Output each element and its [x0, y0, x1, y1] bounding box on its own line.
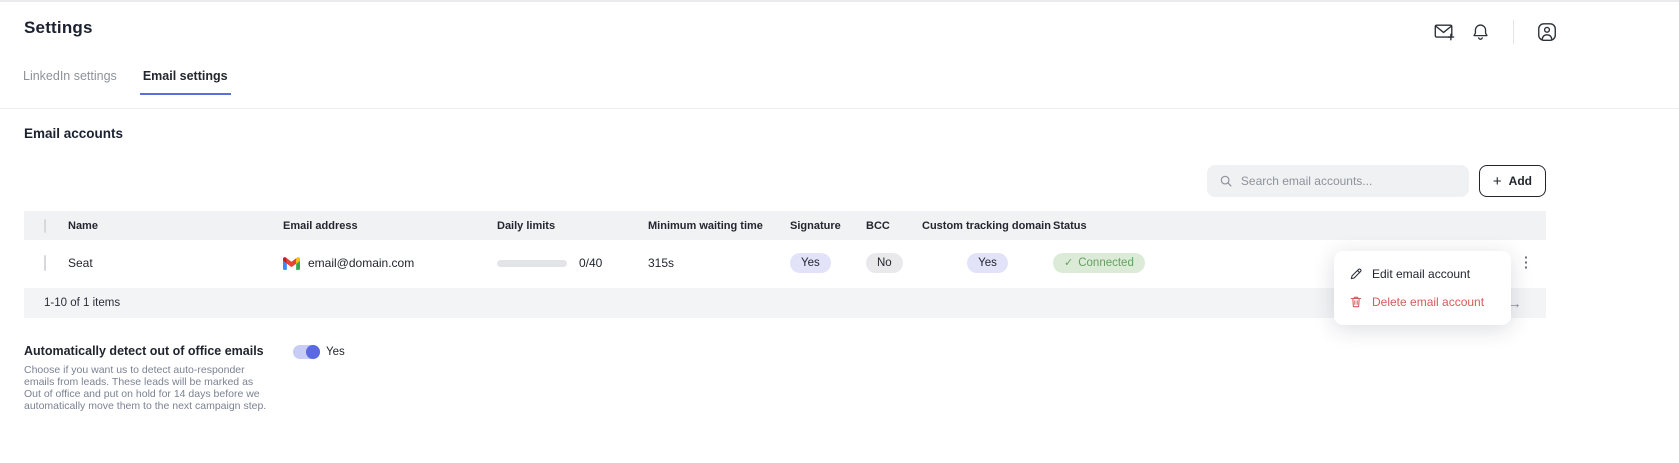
- email-accounts-table: Name Email address Daily limits Minimum …: [24, 211, 1546, 318]
- add-button-label: Add: [1509, 174, 1532, 188]
- row-actions-menu: Edit email account Delete email account: [1334, 251, 1511, 325]
- delete-menu-label: Delete email account: [1372, 295, 1484, 309]
- row-cell-email: email@domain.com: [283, 256, 497, 270]
- bell-icon[interactable]: [1469, 21, 1491, 43]
- header-cell-checkbox: [24, 220, 68, 232]
- signature-badge: Yes: [790, 253, 831, 273]
- plus-icon: +: [1493, 174, 1502, 189]
- check-icon: ✓: [1064, 257, 1073, 269]
- edit-icon: [1349, 267, 1363, 281]
- out-of-office-toggle-group: Yes: [293, 345, 345, 359]
- toolbar: + Add: [24, 165, 1546, 197]
- menu-item-delete-email-account[interactable]: Delete email account: [1334, 288, 1511, 316]
- mail-plus-icon[interactable]: [1433, 21, 1455, 43]
- table-footer: 1-10 of 1 items →: [24, 288, 1546, 318]
- daily-limit-progressbar: [497, 260, 567, 267]
- tab-linkedin-settings[interactable]: LinkedIn settings: [20, 68, 120, 95]
- header-cell-bcc: BCC: [866, 220, 922, 232]
- status-badge: ✓Connected: [1053, 253, 1145, 273]
- email-address: email@domain.com: [308, 256, 414, 270]
- header-cell-custom-tracking: Custom tracking domain: [922, 220, 1053, 232]
- toggle-label: Yes: [326, 346, 345, 358]
- toggle-knob: [306, 345, 320, 359]
- tab-email-settings[interactable]: Email settings: [140, 68, 231, 95]
- settings-page: Settings: [0, 2, 1679, 463]
- search-email-accounts-input[interactable]: [1241, 174, 1457, 188]
- topbar: Settings: [0, 2, 1679, 44]
- topbar-divider: [1513, 20, 1514, 44]
- menu-item-edit-email-account[interactable]: Edit email account: [1334, 260, 1511, 288]
- gmail-icon: [283, 257, 300, 270]
- row-cell-custom-tracking: Yes: [922, 253, 1053, 273]
- row-cell-daily-limits: 0/40: [497, 256, 648, 270]
- search-icon: [1219, 174, 1233, 188]
- daily-limit-value: 0/40: [579, 256, 602, 270]
- header-cell-daily-limits: Daily limits: [497, 220, 648, 232]
- row-cell-min-waiting: 315s: [648, 256, 790, 270]
- pagination-summary: 1-10 of 1 items: [44, 297, 120, 309]
- out-of-office-toggle[interactable]: [293, 345, 320, 359]
- header-cell-email: Email address: [283, 220, 497, 232]
- header-cell-signature: Signature: [790, 220, 866, 232]
- row-actions-kebab-icon[interactable]: ⋮: [1513, 252, 1540, 274]
- out-of-office-text: Automatically detect out of office email…: [24, 344, 293, 412]
- out-of-office-title: Automatically detect out of office email…: [24, 344, 293, 358]
- custom-tracking-badge: Yes: [967, 253, 1008, 273]
- row-cell-bcc: No: [866, 253, 922, 273]
- table-header-row: Name Email address Daily limits Minimum …: [24, 211, 1546, 240]
- header-cell-status: Status: [1053, 220, 1506, 232]
- edit-menu-label: Edit email account: [1372, 267, 1470, 281]
- trash-icon: [1349, 295, 1363, 309]
- bcc-badge: No: [866, 253, 903, 273]
- page-title: Settings: [24, 18, 93, 38]
- row-cell-signature: Yes: [790, 253, 866, 273]
- add-email-account-button[interactable]: + Add: [1479, 165, 1546, 197]
- user-icon[interactable]: [1536, 21, 1558, 43]
- select-all-checkbox[interactable]: [44, 219, 46, 233]
- row-cell-name: Seat: [68, 256, 283, 270]
- out-of-office-setting: Automatically detect out of office email…: [24, 344, 1546, 412]
- row-cell-checkbox: [24, 256, 68, 270]
- section-title: Email accounts: [24, 126, 1546, 141]
- row-checkbox[interactable]: [44, 255, 46, 271]
- settings-tabs: LinkedIn settings Email settings: [0, 68, 1679, 95]
- search-box: [1207, 165, 1469, 197]
- header-cell-min-waiting: Minimum waiting time: [648, 220, 790, 232]
- table-row: Seat email@domain.com: [24, 240, 1546, 286]
- header-divider: [0, 108, 1679, 109]
- out-of-office-description: Choose if you want us to detect auto-res…: [24, 364, 269, 412]
- header-cell-name: Name: [68, 220, 283, 232]
- topbar-icons: [1433, 20, 1558, 44]
